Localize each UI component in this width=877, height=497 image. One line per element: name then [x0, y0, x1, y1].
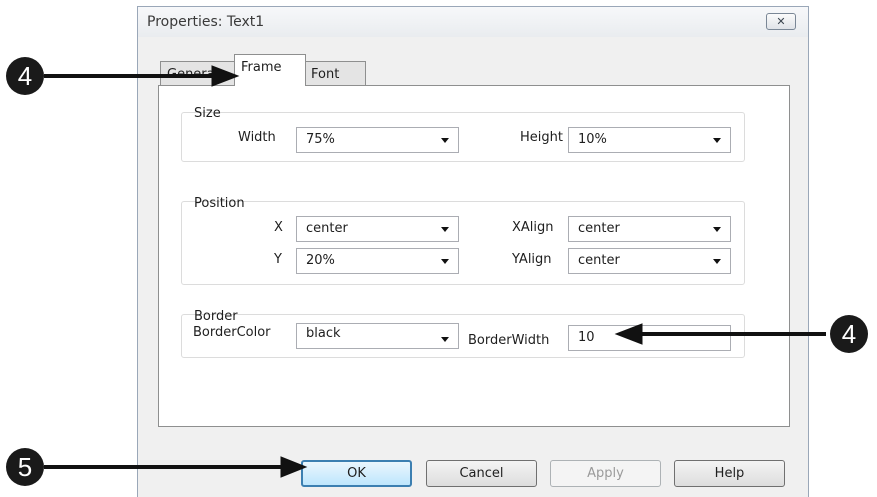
arrowhead-borderwidth	[614, 323, 643, 345]
arrowhead-ok	[280, 456, 308, 478]
callout-step-ok: 5	[6, 448, 44, 486]
callout-borderwidth-number: 4	[841, 318, 857, 349]
arrowhead-frame-tab	[211, 65, 240, 87]
callout-ok-number: 5	[17, 451, 33, 482]
callout-step-tab: 4	[6, 57, 44, 95]
callout-step-borderwidth: 4	[830, 315, 868, 353]
annotation-arrows	[44, 65, 826, 478]
callout-tab-number: 4	[17, 60, 33, 91]
